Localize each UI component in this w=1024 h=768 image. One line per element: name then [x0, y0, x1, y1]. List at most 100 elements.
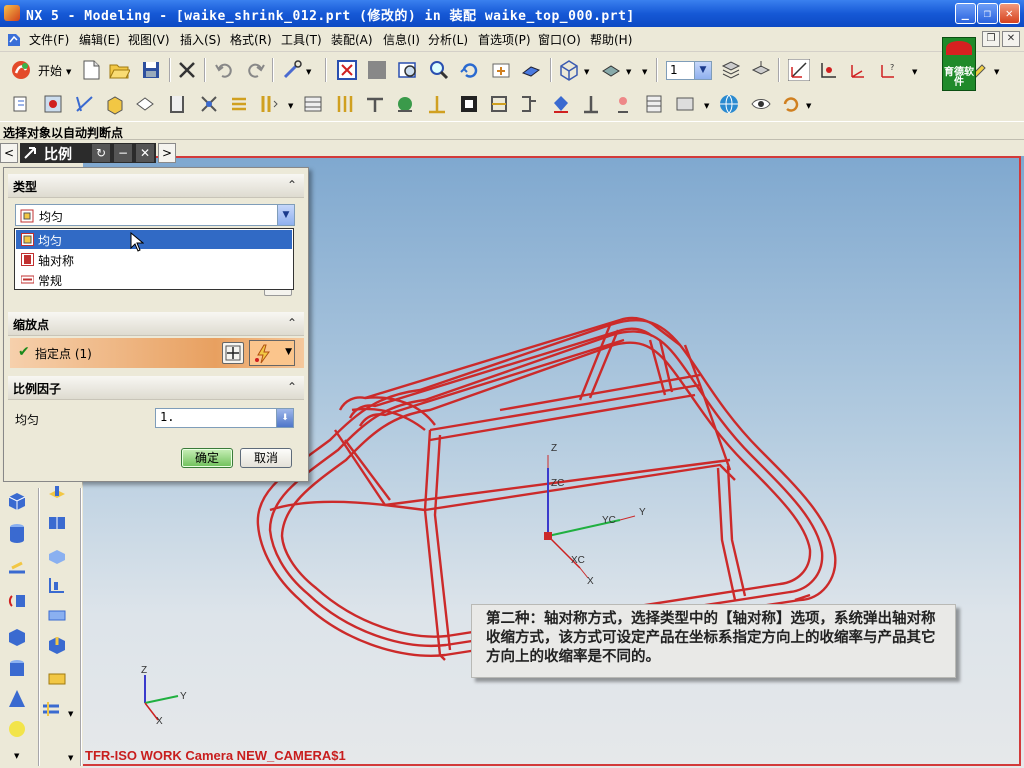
feature-tool-15-icon[interactable] — [458, 93, 480, 115]
pencil-dropdown-arrow[interactable]: ▼ — [994, 68, 999, 76]
type-collapse-icon[interactable]: ⌃ — [283, 176, 301, 194]
feature-tool-7-icon[interactable] — [198, 93, 220, 115]
save-icon[interactable] — [140, 59, 162, 81]
feature-tool-11-icon[interactable] — [334, 93, 356, 115]
eye-icon[interactable] — [750, 93, 772, 115]
sphere-icon[interactable] — [6, 718, 28, 740]
refresh-icon[interactable] — [780, 93, 802, 115]
menu-insert[interactable]: 插入(S) — [180, 31, 221, 48]
globe-icon[interactable] — [718, 93, 740, 115]
perspective-icon[interactable] — [520, 59, 542, 81]
feature-tool-5-icon[interactable] — [134, 93, 156, 115]
fit-view-icon[interactable] — [336, 59, 358, 81]
wireframe-view-icon[interactable] — [558, 59, 580, 81]
undo-icon[interactable] — [213, 59, 235, 81]
open-folder-icon[interactable] — [108, 59, 130, 81]
feature-tool-1-icon[interactable] — [10, 93, 32, 115]
minimize-button[interactable]: _ — [955, 3, 976, 24]
feature-tool-12-icon[interactable] — [364, 93, 386, 115]
feature-tool-20-icon[interactable] — [612, 93, 634, 115]
solid-cylinder-icon[interactable] — [6, 658, 28, 680]
menu-analysis[interactable]: 分析(L) — [428, 31, 468, 48]
uniform-factor-input[interactable]: 1. ⬇ — [155, 408, 294, 428]
feature-tool-14-icon[interactable] — [426, 93, 448, 115]
feature-tool-17-icon[interactable] — [518, 93, 540, 115]
palette-left-dropdown-arrow[interactable]: ▼ — [14, 752, 19, 760]
finder-dropdown-arrow[interactable]: ▼ — [306, 68, 311, 76]
move-to-layer-icon[interactable] — [750, 59, 772, 81]
specify-point-row[interactable]: ✔ 指定点 (1) ▼ — [10, 338, 304, 368]
cylinder-icon[interactable] — [6, 522, 28, 544]
mdi-close-button[interactable]: ✕ — [1002, 31, 1020, 47]
feature3-dropdown-arrow[interactable]: ▼ — [806, 102, 811, 110]
type-option-axisymmetric[interactable]: 轴对称 — [16, 250, 292, 269]
reset-icon[interactable]: ↻ — [92, 144, 110, 162]
wcs-orient-icon[interactable]: ? — [878, 59, 900, 81]
cut-icon[interactable] — [176, 59, 198, 81]
rail-forward-button[interactable]: > — [158, 143, 176, 163]
feature-tool-2-icon[interactable] — [42, 93, 64, 115]
zoom-icon[interactable] — [428, 59, 450, 81]
feature-tool-3-icon[interactable] — [74, 93, 96, 115]
menu-edit[interactable]: 编辑(E) — [79, 31, 120, 48]
pan-icon[interactable] — [490, 59, 512, 81]
cone-icon[interactable] — [6, 688, 28, 710]
ok-button[interactable]: 确定 — [181, 448, 233, 468]
feature-tool-6-icon[interactable] — [166, 93, 188, 115]
menu-information[interactable]: 信息(I) — [383, 31, 420, 48]
menu-window[interactable]: 窗口(O) — [538, 31, 581, 48]
pad-icon[interactable] — [46, 512, 68, 534]
work-layer-combo[interactable]: 1 ▼ — [666, 61, 712, 80]
feature-tool-22-icon[interactable] — [674, 93, 696, 115]
feature-tool-13-icon[interactable] — [394, 93, 416, 115]
revolve-icon[interactable] — [6, 590, 28, 612]
slot-icon[interactable] — [46, 604, 68, 626]
restore-button[interactable]: ❐ — [977, 3, 998, 24]
nx-app-icon[interactable] — [4, 5, 20, 21]
type-dropdown-arrow[interactable]: ▼ — [277, 205, 294, 225]
feature-tool-21-icon[interactable] — [643, 93, 665, 115]
close-button[interactable]: ✕ — [999, 3, 1020, 24]
menu-format[interactable]: 格式(R) — [230, 31, 272, 48]
cancel-button[interactable]: 取消 — [240, 448, 292, 468]
menu-assemblies[interactable]: 装配(A) — [331, 31, 373, 48]
menu-view[interactable]: 视图(V) — [128, 31, 170, 48]
zoom-region-icon[interactable] — [397, 59, 419, 81]
command-finder-icon[interactable] — [282, 59, 304, 81]
point-dialog-button[interactable] — [222, 342, 244, 364]
close-dialog-icon[interactable]: ✕ — [136, 144, 154, 162]
rotate-icon[interactable] — [459, 59, 481, 81]
boss-icon[interactable] — [46, 544, 68, 566]
start-dropdown-arrow[interactable]: ▼ — [66, 68, 71, 76]
menu-preferences[interactable]: 首选项(P) — [478, 31, 531, 48]
menu-tools[interactable]: 工具(T) — [281, 31, 322, 48]
palette-more-arrow[interactable]: ▼ — [68, 754, 73, 762]
start-menu-label[interactable]: 开始 — [38, 62, 62, 79]
feature-tool-18-icon[interactable] — [550, 93, 572, 115]
document-menu-icon[interactable] — [6, 32, 22, 48]
type-option-general[interactable]: 常规 — [16, 270, 292, 289]
wcs-origin-icon[interactable] — [818, 59, 840, 81]
view-dropdown-arrow[interactable]: ▼ — [584, 68, 589, 76]
menu-help[interactable]: 帮助(H) — [590, 31, 632, 48]
redo-icon[interactable] — [245, 59, 267, 81]
layer-dropdown-arrow[interactable]: ▼ — [694, 62, 711, 79]
feature2-dropdown-arrow[interactable]: ▼ — [704, 102, 709, 110]
feature-tool-16-icon[interactable] — [488, 93, 510, 115]
feature-tool-19-icon[interactable] — [580, 93, 602, 115]
wcs-rotate-icon[interactable] — [848, 59, 870, 81]
start-icon[interactable] — [10, 59, 32, 81]
wcs-dynamic-icon[interactable] — [788, 59, 810, 81]
rib-icon[interactable] — [46, 668, 68, 690]
block-icon[interactable] — [6, 490, 28, 512]
mdi-restore-button[interactable]: ❐ — [982, 31, 1000, 47]
palette-right-dropdown-arrow[interactable]: ▼ — [68, 710, 73, 718]
rail-back-button[interactable]: < — [0, 143, 18, 163]
inferred-point-button[interactable]: ▼ — [249, 340, 295, 366]
point-type-dropdown-arrow[interactable]: ▼ — [285, 347, 292, 357]
toolbar-overflow-arrow[interactable]: ▼ — [642, 68, 647, 76]
render-dropdown-arrow[interactable]: ▼ — [626, 68, 631, 76]
zoom-window-icon[interactable] — [366, 59, 388, 81]
feature-dropdown-arrow[interactable]: ▼ — [288, 102, 293, 110]
type-section-header[interactable]: 类型 ⌃ — [8, 174, 304, 198]
